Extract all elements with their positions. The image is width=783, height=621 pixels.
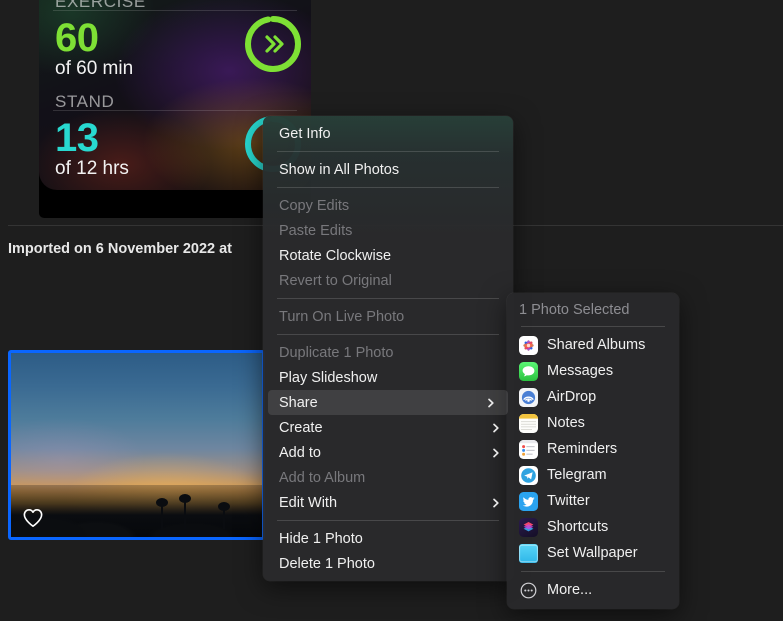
chevron-right-icon — [488, 398, 494, 407]
menu-item-label: Get Info — [279, 125, 331, 142]
menu-separator — [521, 326, 665, 327]
share-item-twitter[interactable]: Twitter — [507, 488, 679, 514]
chevron-right-icon — [493, 448, 499, 457]
share-item-label: Reminders — [547, 441, 618, 457]
exercise-goal: of 60 min — [55, 58, 134, 79]
menu-item-label: Turn On Live Photo — [279, 308, 405, 325]
menu-separator — [277, 298, 499, 299]
photos-app-window: EXERCISE 60 of 60 min STAND 13 of 12 hrs — [0, 0, 783, 621]
menu-item-hide-1-photo[interactable]: Hide 1 Photo — [263, 526, 513, 551]
context-menu-items: Get Info Show in All Photos Copy Edits P… — [263, 121, 513, 576]
menu-separator — [277, 520, 499, 521]
menu-item-paste-edits: Paste Edits — [263, 218, 513, 243]
menu-item-label: Show in All Photos — [279, 161, 400, 178]
menu-item-edit-with[interactable]: Edit With — [263, 490, 513, 515]
share-item-shared-albums[interactable]: Shared Albums — [507, 332, 679, 358]
share-submenu-items: 1 Photo Selected Shared Albums Messages … — [507, 299, 679, 603]
menu-item-copy-edits: Copy Edits — [263, 193, 513, 218]
share-item-label: Notes — [547, 415, 585, 431]
exercise-ring-icon — [245, 16, 301, 72]
menu-item-delete-1-photo[interactable]: Delete 1 Photo — [263, 551, 513, 576]
menu-item-label: Duplicate 1 Photo — [279, 344, 394, 361]
menu-item-label: Create — [279, 419, 323, 436]
share-item-label: More... — [547, 582, 593, 598]
menu-item-label: Paste Edits — [279, 222, 353, 239]
menu-item-get-info[interactable]: Get Info — [263, 121, 513, 146]
activity-divider-1 — [53, 10, 297, 11]
menu-separator — [277, 334, 499, 335]
share-item-label: Shared Albums — [547, 337, 646, 353]
share-item-label: Twitter — [547, 493, 590, 509]
share-item-label: Telegram — [547, 467, 607, 483]
menu-item-add-to-album: Add to Album — [263, 465, 513, 490]
reminders-icon — [519, 439, 538, 459]
twitter-icon — [519, 491, 538, 511]
menu-item-label: Play Slideshow — [279, 369, 378, 386]
menu-item-add-to[interactable]: Add to — [263, 440, 513, 465]
menu-item-create[interactable]: Create — [263, 415, 513, 440]
share-item-airdrop[interactable]: AirDrop — [507, 384, 679, 410]
share-submenu-title: 1 Photo Selected — [519, 302, 630, 318]
menu-item-duplicate-1-photo: Duplicate 1 Photo — [263, 340, 513, 365]
menu-item-revert-to-original: Revert to Original — [263, 268, 513, 293]
telegram-icon — [519, 465, 538, 485]
share-item-set-wallpaper[interactable]: Set Wallpaper — [507, 540, 679, 566]
stand-goal: of 12 hrs — [55, 158, 129, 179]
menu-item-play-slideshow[interactable]: Play Slideshow — [263, 365, 513, 390]
airdrop-icon — [519, 387, 538, 407]
share-item-reminders[interactable]: Reminders — [507, 436, 679, 462]
photo-thumbnail-sunset[interactable] — [8, 350, 265, 540]
more-icon — [519, 581, 538, 600]
share-item-notes[interactable]: Notes — [507, 410, 679, 436]
share-item-shortcuts[interactable]: Shortcuts — [507, 514, 679, 540]
menu-separator — [277, 187, 499, 188]
shortcuts-icon — [519, 517, 538, 537]
menu-item-share[interactable]: Share — [268, 390, 508, 415]
menu-separator — [521, 571, 665, 572]
menu-item-rotate-clockwise[interactable]: Rotate Clockwise — [263, 243, 513, 268]
share-item-label: Set Wallpaper — [547, 545, 638, 561]
stand-value: 13 — [55, 116, 99, 160]
menu-item-label: Add to — [279, 444, 321, 461]
palm-tree — [179, 494, 191, 529]
share-item-label: AirDrop — [547, 389, 597, 405]
shared-albums-icon — [519, 335, 538, 355]
share-item-more[interactable]: More... — [507, 577, 679, 603]
stand-label: STAND — [55, 92, 115, 111]
share-submenu[interactable]: 1 Photo Selected Shared Albums Messages … — [507, 293, 679, 609]
favorite-heart-icon[interactable] — [22, 508, 44, 528]
activity-divider-2 — [53, 110, 297, 111]
share-item-label: Shortcuts — [547, 519, 609, 535]
menu-item-show-in-all-photos[interactable]: Show in All Photos — [263, 157, 513, 182]
chevron-right-icon — [493, 423, 499, 432]
menu-item-label: Hide 1 Photo — [279, 530, 363, 547]
menu-separator — [277, 151, 499, 152]
context-menu[interactable]: Get Info Show in All Photos Copy Edits P… — [263, 116, 513, 581]
share-item-telegram[interactable]: Telegram — [507, 462, 679, 488]
chevron-right-icon — [493, 498, 499, 507]
menu-item-label: Revert to Original — [279, 272, 392, 289]
exercise-value: 60 — [55, 16, 99, 60]
palm-tree — [218, 502, 230, 529]
menu-item-label: Copy Edits — [279, 197, 350, 214]
notes-icon — [519, 413, 538, 433]
menu-item-label: Rotate Clockwise — [279, 247, 392, 264]
share-item-label: Messages — [547, 363, 614, 379]
menu-item-label: Add to Album — [279, 469, 366, 486]
section-header-imported-on: Imported on 6 November 2022 at — [8, 241, 233, 257]
palm-tree — [156, 498, 168, 529]
menu-item-label: Edit With — [279, 494, 338, 511]
menu-item-label: Delete 1 Photo — [279, 555, 375, 572]
share-item-messages[interactable]: Messages — [507, 358, 679, 384]
messages-icon — [519, 361, 538, 381]
set-wallpaper-icon — [519, 543, 538, 563]
menu-item-turn-on-live-photo: Turn On Live Photo — [263, 304, 513, 329]
menu-item-label: Share — [279, 394, 318, 411]
